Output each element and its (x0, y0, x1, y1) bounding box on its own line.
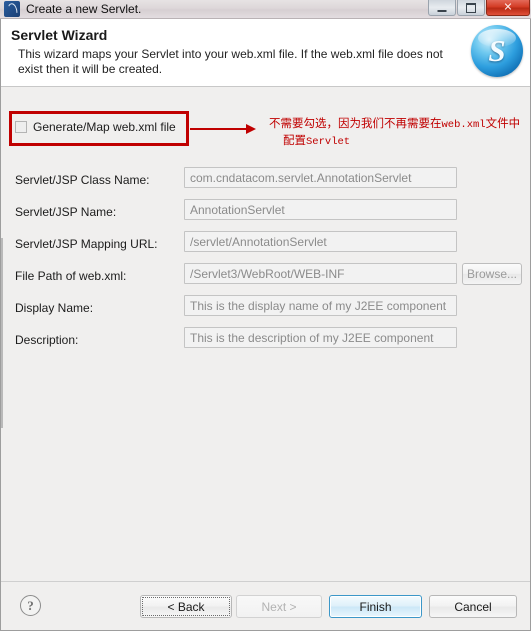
dialog-button-bar: ? < Back Next > Finish Cancel (1, 582, 530, 629)
field-row-class-name: Servlet/JSP Class Name: com.cndatacom.se… (1, 167, 530, 199)
minimize-button[interactable] (428, 0, 456, 16)
window-titlebar: Create a new Servlet. ✕ (0, 0, 531, 19)
titlebar-left-group: Create a new Servlet. (4, 1, 141, 17)
annotation-line1-b: 文件中 (485, 118, 521, 130)
servlet-wizard-dialog: Create a new Servlet. ✕ Servlet Wizard T… (0, 0, 531, 631)
annotation-arrow-icon (190, 124, 258, 134)
wizard-header: Servlet Wizard This wizard maps your Ser… (1, 19, 530, 87)
browse-button[interactable]: Browse... (462, 263, 522, 285)
close-button[interactable]: ✕ (486, 0, 530, 16)
annotation-line2-a: 配置 (283, 135, 306, 147)
label-mapping-url: Servlet/JSP Mapping URL: (15, 237, 158, 251)
input-class-name[interactable]: com.cndatacom.servlet.AnnotationServlet (184, 167, 457, 188)
field-row-file-path: File Path of web.xml: /Servlet3/WebRoot/… (1, 263, 530, 295)
input-file-path[interactable]: /Servlet3/WebRoot/WEB-INF (184, 263, 457, 284)
label-class-name: Servlet/JSP Class Name: (15, 173, 150, 187)
annotation-line2-mono: Servlet (306, 136, 351, 148)
input-display-name[interactable]: This is the display name of my J2EE comp… (184, 295, 457, 316)
label-display-name: Display Name: (15, 301, 94, 315)
annotation-line1-mono: web.xml (441, 119, 486, 131)
arrow-head (246, 124, 256, 134)
servlet-app-icon (4, 1, 20, 17)
arrow-shaft (190, 128, 248, 130)
maximize-button[interactable] (457, 0, 485, 16)
generate-webxml-label: Generate/Map web.xml file (33, 120, 176, 134)
wizard-logo-icon: S (471, 25, 523, 77)
input-mapping-url[interactable]: /servlet/AnnotationServlet (184, 231, 457, 252)
input-servlet-name[interactable]: AnnotationServlet (184, 199, 457, 220)
dialog-frame: Servlet Wizard This wizard maps your Ser… (0, 19, 531, 631)
annotation-line1-a: 不需要勾选，因为我们不再需要在 (269, 118, 442, 130)
annotation-text: 不需要勾选，因为我们不再需要在web.xml文件中 配置Servlet (269, 116, 527, 150)
generate-webxml-checkbox-row[interactable]: Generate/Map web.xml file (15, 120, 176, 134)
generate-webxml-checkbox[interactable] (15, 121, 27, 133)
back-button[interactable]: < Back (140, 595, 232, 618)
input-description[interactable]: This is the description of my J2EE compo… (184, 327, 457, 348)
field-row-display-name: Display Name: This is the display name o… (1, 295, 530, 327)
label-description: Description: (15, 333, 79, 347)
finish-button[interactable]: Finish (329, 595, 422, 618)
wizard-body: Generate/Map web.xml file 不需要勾选，因为我们不再需要… (1, 88, 530, 581)
field-row-description: Description: This is the description of … (1, 327, 530, 359)
window-title: Create a new Servlet. (26, 2, 142, 16)
annotation-line2: 配置Servlet (269, 133, 527, 150)
maximize-icon (466, 2, 476, 13)
cancel-button[interactable]: Cancel (429, 595, 517, 618)
window-controls: ✕ (428, 0, 530, 16)
label-servlet-name: Servlet/JSP Name: (15, 205, 117, 219)
page-title: Servlet Wizard (11, 27, 108, 43)
logo-letter: S (488, 32, 506, 68)
field-row-servlet-name: Servlet/JSP Name: AnnotationServlet (1, 199, 530, 231)
close-icon: ✕ (503, 1, 513, 13)
servlet-form: Servlet/JSP Class Name: com.cndatacom.se… (1, 167, 530, 359)
label-file-path: File Path of web.xml: (15, 269, 127, 283)
page-description: This wizard maps your Servlet into your … (18, 47, 443, 76)
help-icon[interactable]: ? (20, 595, 41, 616)
next-button: Next > (236, 595, 322, 618)
minimize-icon (437, 10, 447, 12)
field-row-mapping-url: Servlet/JSP Mapping URL: /servlet/Annota… (1, 231, 530, 263)
